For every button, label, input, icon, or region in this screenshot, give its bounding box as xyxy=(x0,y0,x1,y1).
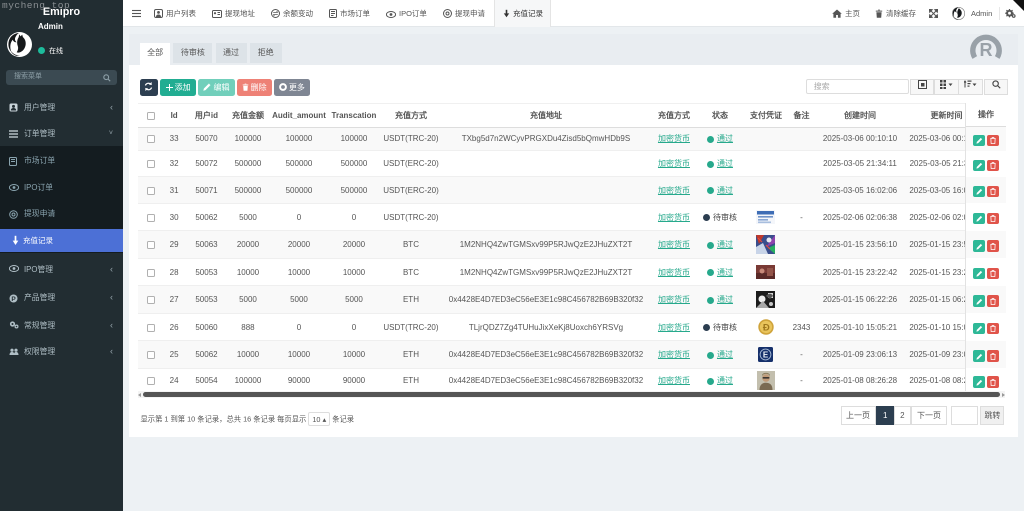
svg-text:Đ: Đ xyxy=(763,323,770,334)
svg-text:E: E xyxy=(763,351,769,360)
svg-text:R: R xyxy=(980,40,993,60)
svg-text:P: P xyxy=(11,295,16,302)
